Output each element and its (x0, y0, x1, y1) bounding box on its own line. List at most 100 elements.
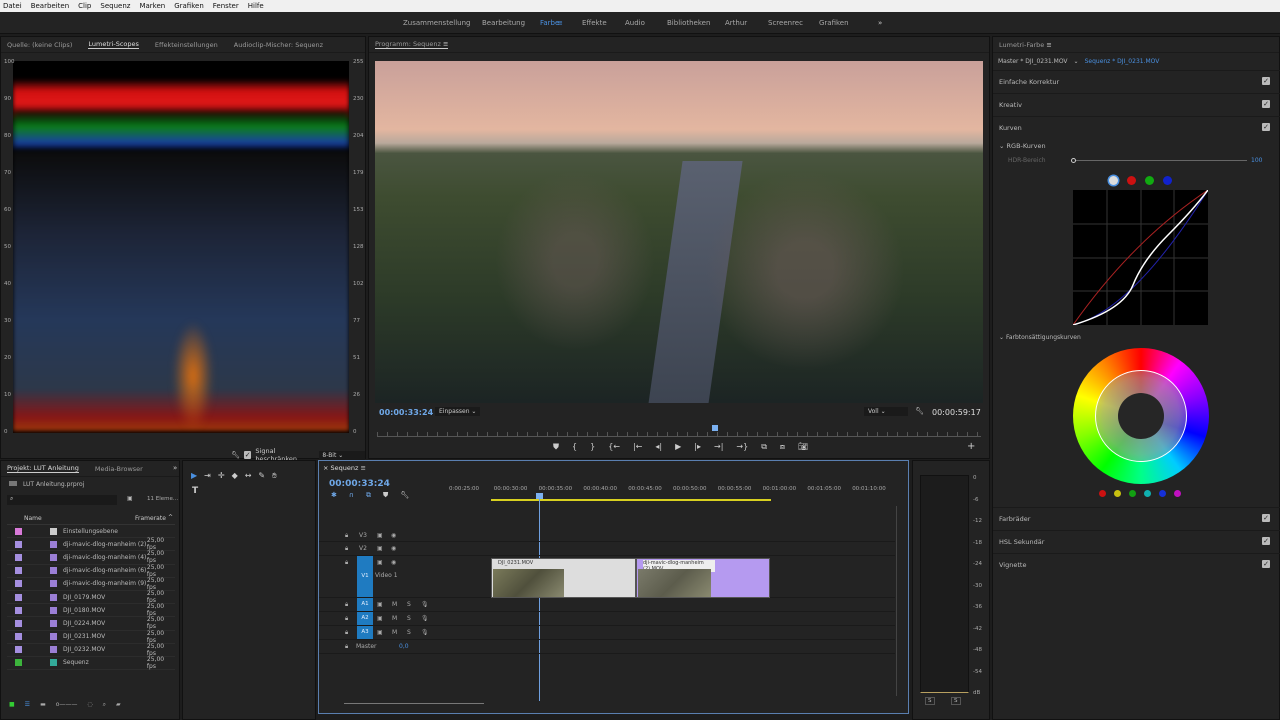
track-A3[interactable]: 🔒︎ A3 ▣ M S 🎙︎ (319, 626, 895, 640)
find-icon[interactable]: ⌕ (103, 701, 106, 709)
workspace-tab-screenrec[interactable]: Screenrec (768, 19, 803, 27)
program-playhead[interactable] (712, 425, 719, 431)
bitdepth-select[interactable]: 8-Bit ⌄ (319, 450, 365, 460)
mute-button[interactable]: M (392, 601, 397, 608)
workspace-tab-grafiken[interactable]: Grafiken (819, 19, 849, 27)
program-scrubber[interactable] (377, 425, 981, 437)
hdr-slider[interactable] (1071, 158, 1247, 163)
workspace-tab-zusammenstellung[interactable]: Zusammenstellung (403, 19, 470, 27)
overwrite-icon[interactable]: ⧈ (780, 442, 785, 452)
hue-preset-button[interactable] (1114, 490, 1121, 497)
sync-lock-icon[interactable]: ▣ (377, 601, 383, 608)
sync-lock-icon[interactable]: ▣ (377, 532, 383, 539)
sync-lock-icon[interactable]: ▣ (377, 545, 383, 552)
timeline-tab[interactable]: × Sequenz ≡ (323, 464, 366, 472)
workspace-menu-icon[interactable]: ≡ (557, 19, 563, 27)
track-target[interactable]: V2 (359, 545, 367, 552)
workspace-tab-effekte[interactable]: Effekte (582, 19, 607, 27)
curve-channel-button[interactable] (1127, 176, 1136, 185)
project-item[interactable]: DJI_0180.MOV 25,00 fps (7, 603, 175, 618)
project-item[interactable]: DJI_0232.MOV 25,00 fps (7, 643, 175, 657)
lock-icon[interactable]: 🔒︎ (345, 601, 348, 609)
sync-lock-icon[interactable]: ▣ (377, 629, 383, 636)
menu-sequenz[interactable]: Sequenz (100, 2, 130, 10)
tab-3[interactable]: Audioclip-Mischer: Sequenz (234, 41, 323, 49)
mute-button[interactable]: M (392, 629, 397, 636)
master-clip-select[interactable]: Master * DJI_0231.MOV (998, 58, 1068, 65)
project-item[interactable]: DJI_0179.MOV 25,00 fps (7, 590, 175, 605)
menu-marken[interactable]: Marken (139, 2, 165, 10)
timeline-settings-icon[interactable]: 🔧︎ (400, 491, 409, 500)
curve-channel-button[interactable] (1145, 176, 1154, 185)
microphone-icon[interactable]: 🎙︎ (421, 615, 429, 622)
pen-icon[interactable]: ✎ (258, 471, 265, 481)
project-item[interactable]: dji-mavic-dlog-manheim (6) 25,00 fps (7, 564, 175, 578)
track-target[interactable]: A3 (357, 626, 373, 639)
hue-saturation-wheel[interactable] (1073, 348, 1209, 484)
icon-view-icon[interactable]: ▬ (40, 701, 46, 709)
timeline-clip[interactable]: dji-mavic-dlog-manheim (2).MOV (636, 558, 770, 598)
zoom-slider[interactable]: o——— (56, 701, 78, 709)
mute-button[interactable]: M (392, 615, 397, 622)
slip-icon[interactable]: ↔ (245, 471, 252, 481)
signal-clamp-checkbox[interactable]: ✓ (243, 451, 252, 459)
track-A1[interactable]: 🔒︎ A1 ▣ M S 🎙︎ (319, 598, 895, 612)
project-tab-1[interactable]: Media-Browser (95, 465, 143, 473)
track-select-icon[interactable]: ⇥ (204, 471, 211, 481)
list-view-icon[interactable]: ☰ (25, 701, 30, 709)
track-target[interactable]: V1 (357, 556, 373, 597)
mark-out-icon[interactable]: } (590, 442, 595, 452)
hdr-value[interactable]: 100 (1251, 157, 1262, 164)
solo-right-button[interactable]: S (951, 697, 961, 705)
tab-0[interactable]: Quelle: (keine Clips) (7, 41, 72, 49)
menu-bearbeiten[interactable]: Bearbeiten (31, 2, 69, 10)
lock-icon[interactable]: 🔒︎ (345, 643, 348, 651)
curve-channel-button[interactable] (1109, 176, 1118, 185)
more-panels-icon[interactable]: » (173, 464, 177, 472)
microphone-icon[interactable]: 🎙︎ (421, 601, 429, 608)
razor-icon[interactable]: ◆ (232, 471, 238, 481)
hue-preset-button[interactable] (1159, 490, 1166, 497)
timeline-vertical-scrollbar[interactable] (896, 506, 902, 696)
wrench-icon[interactable]: 🔧︎ (915, 407, 924, 415)
section-checkbox[interactable]: ✓ (1262, 100, 1270, 108)
selection-tool-icon[interactable]: ▶ (191, 471, 197, 481)
camera-icon[interactable]: 📷︎ (798, 442, 808, 452)
menu-clip[interactable]: Clip (78, 2, 91, 10)
track-V2[interactable]: 🔒︎ V2 ▣ ◉ (319, 542, 895, 556)
section-checkbox[interactable]: ✓ (1262, 77, 1270, 85)
eye-icon[interactable]: ◉ (391, 559, 396, 566)
solo-left-button[interactable]: S (925, 697, 935, 705)
menu-grafiken[interactable]: Grafiken (174, 2, 204, 10)
insert-icon[interactable]: ⧉ (761, 442, 767, 452)
workspace-tab-arthur[interactable]: Arthur (725, 19, 747, 27)
project-item[interactable]: dji-mavic-dlog-manheim (2) 25,00 fps (7, 537, 175, 552)
eye-icon[interactable]: ◉ (391, 532, 396, 539)
step-to-in-icon[interactable]: |← (633, 442, 642, 452)
ripple-edit-icon[interactable]: ✛ (218, 471, 225, 481)
tab-2[interactable]: Effekteinstellungen (155, 41, 218, 49)
track-target[interactable]: A2 (357, 612, 373, 625)
new-bin-icon[interactable]: ▣ (127, 495, 133, 502)
sequence-clip-select[interactable]: Sequenz * DJI_0231.MOV (1085, 58, 1160, 65)
section-hsl-sekundär[interactable]: HSL Sekundär ✓ (993, 530, 1280, 552)
lock-icon[interactable]: 🔒︎ (345, 629, 348, 637)
marker-icon[interactable]: ⛊ (553, 442, 559, 452)
hue-sat-toggle[interactable]: ⌄ Farbtonsättigungskurven (999, 334, 1081, 341)
tab-1[interactable]: Lumetri-Scopes (88, 40, 139, 49)
go-to-out-icon[interactable]: →| (714, 442, 723, 452)
mark-in-icon[interactable]: { (572, 442, 577, 452)
solo-button[interactable]: S (407, 629, 411, 636)
project-tab-0[interactable]: Projekt: LUT Anleitung (7, 464, 79, 473)
work-area-bar[interactable] (491, 499, 771, 501)
project-item[interactable]: Sequenz 25,00 fps (7, 656, 175, 671)
timeline-horizontal-scrollbar[interactable] (344, 703, 484, 704)
track-target[interactable]: A1 (357, 598, 373, 611)
program-tab[interactable]: Programm: Sequenz ≡ (375, 40, 449, 49)
time-ruler[interactable]: 0:00:25:00 00:00:30:00 00:00:35:00 00:00:40… (449, 486, 899, 500)
section-farbräder[interactable]: Farbräder ✓ (993, 507, 1280, 529)
sync-lock-icon[interactable]: ▣ (377, 559, 383, 566)
section-vignette[interactable]: Vignette ✓ (993, 553, 1280, 575)
microphone-icon[interactable]: 🎙︎ (421, 629, 429, 636)
track-V3[interactable]: 🔒︎ V3 ▣ ◉ (319, 529, 895, 542)
